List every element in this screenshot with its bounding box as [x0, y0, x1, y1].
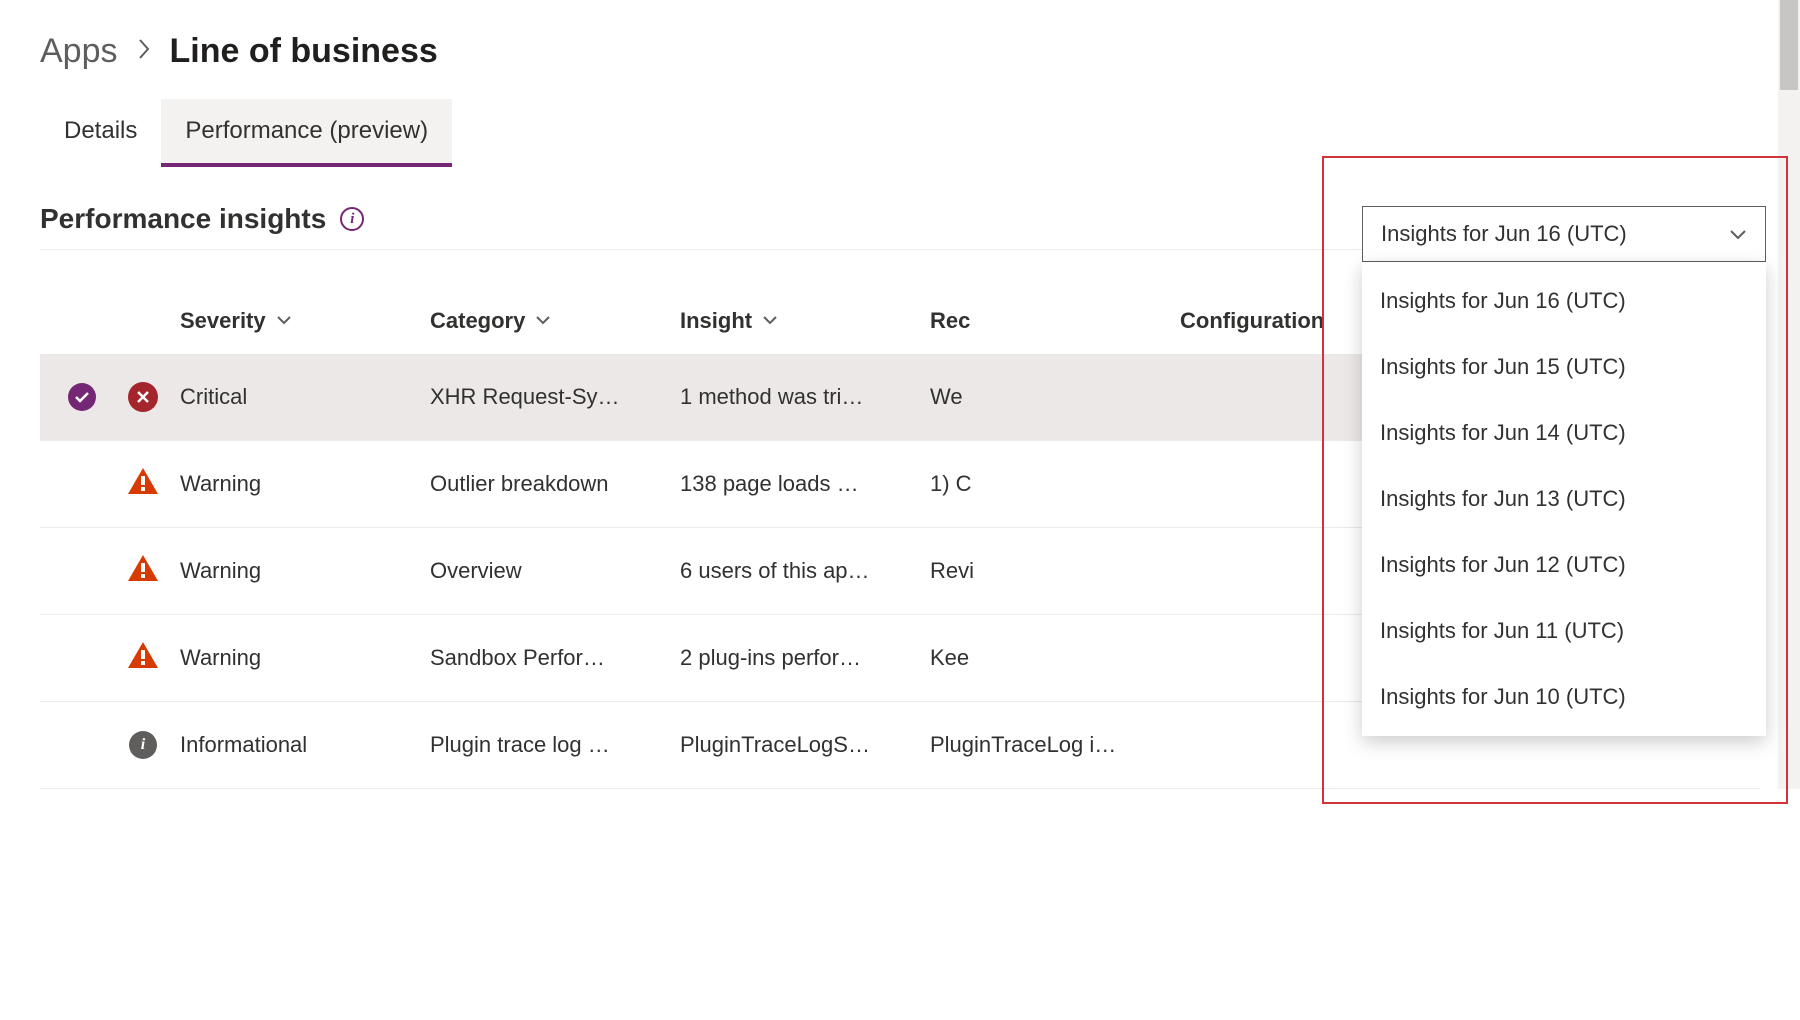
- cell-insight: 138 page loads …: [680, 471, 930, 497]
- cell-severity: Warning: [180, 471, 430, 497]
- info-icon[interactable]: i: [340, 207, 364, 231]
- row-select-placeholder[interactable]: [68, 731, 96, 759]
- cell-recommendation: 1) C: [930, 471, 1180, 497]
- cell-insight: 6 users of this ap…: [680, 558, 930, 584]
- row-select-placeholder[interactable]: [68, 644, 96, 672]
- date-dropdown-option[interactable]: Insights for Jun 14 (UTC): [1362, 400, 1766, 466]
- col-insight[interactable]: Insight: [680, 308, 930, 334]
- breadcrumb-current: Line of business: [170, 32, 438, 71]
- cell-recommendation: Kee: [930, 645, 1180, 671]
- cell-category: Plugin trace log …: [430, 732, 680, 758]
- cell-category: XHR Request-Sy…: [430, 384, 680, 410]
- severity-info-icon: i: [128, 730, 158, 760]
- cell-insight: PluginTraceLogS…: [680, 732, 930, 758]
- date-dropdown-list: Insights for Jun 16 (UTC)Insights for Ju…: [1362, 262, 1766, 736]
- severity-warning-icon: [128, 469, 158, 499]
- cell-severity: Informational: [180, 732, 430, 758]
- col-recommendation[interactable]: Rec: [930, 308, 1180, 334]
- chevron-down-icon: [535, 312, 551, 330]
- cell-insight: 2 plug-ins perfor…: [680, 645, 930, 671]
- cell-category: Sandbox Perfor…: [430, 645, 680, 671]
- row-select-placeholder[interactable]: [68, 557, 96, 585]
- tab-performance[interactable]: Performance (preview): [161, 99, 452, 167]
- date-dropdown-option[interactable]: Insights for Jun 10 (UTC): [1362, 664, 1766, 730]
- row-select-placeholder[interactable]: [68, 470, 96, 498]
- col-severity[interactable]: Severity: [180, 308, 430, 334]
- scrollbar-thumb[interactable]: [1780, 0, 1798, 90]
- cell-insight: 1 method was tri…: [680, 384, 930, 410]
- cell-severity: Warning: [180, 558, 430, 584]
- breadcrumb: Apps Line of business: [40, 32, 1760, 71]
- date-dropdown-option[interactable]: Insights for Jun 12 (UTC): [1362, 532, 1766, 598]
- vertical-scrollbar[interactable]: [1778, 0, 1800, 789]
- tab-details[interactable]: Details: [40, 99, 161, 167]
- breadcrumb-root[interactable]: Apps: [40, 32, 118, 71]
- cell-category: Outlier breakdown: [430, 471, 680, 497]
- date-dropdown-option[interactable]: Insights for Jun 15 (UTC): [1362, 334, 1766, 400]
- col-category[interactable]: Category: [430, 308, 680, 334]
- cell-severity: Warning: [180, 645, 430, 671]
- date-dropdown-selected: Insights for Jun 16 (UTC): [1381, 221, 1627, 247]
- date-dropdown: Insights for Jun 16 (UTC) Insights for J…: [1362, 206, 1766, 736]
- col-severity-label: Severity: [180, 308, 266, 334]
- row-selected-icon[interactable]: [68, 383, 96, 411]
- col-category-label: Category: [430, 308, 525, 334]
- date-dropdown-button[interactable]: Insights for Jun 16 (UTC): [1362, 206, 1766, 262]
- section-title: Performance insights: [40, 203, 326, 235]
- col-insight-label: Insight: [680, 308, 752, 334]
- col-last-label: Configuration: [1180, 308, 1324, 334]
- col-recommendation-label: Rec: [930, 308, 970, 334]
- chevron-down-icon: [276, 312, 292, 330]
- chevron-right-icon: [136, 36, 152, 67]
- date-dropdown-option[interactable]: Insights for Jun 13 (UTC): [1362, 466, 1766, 532]
- chevron-down-icon: [1729, 221, 1747, 247]
- cell-severity: Critical: [180, 384, 430, 410]
- chevron-down-icon: [762, 312, 778, 330]
- cell-recommendation: Revi: [930, 558, 1180, 584]
- date-dropdown-option[interactable]: Insights for Jun 16 (UTC): [1362, 268, 1766, 334]
- severity-critical-icon: [128, 382, 158, 412]
- cell-recommendation: We: [930, 384, 1180, 410]
- severity-warning-icon: [128, 556, 158, 586]
- cell-recommendation: PluginTraceLog i…: [930, 732, 1180, 758]
- date-dropdown-option[interactable]: Insights for Jun 11 (UTC): [1362, 598, 1766, 664]
- tabs: Details Performance (preview): [40, 99, 1760, 167]
- severity-warning-icon: [128, 643, 158, 673]
- cell-category: Overview: [430, 558, 680, 584]
